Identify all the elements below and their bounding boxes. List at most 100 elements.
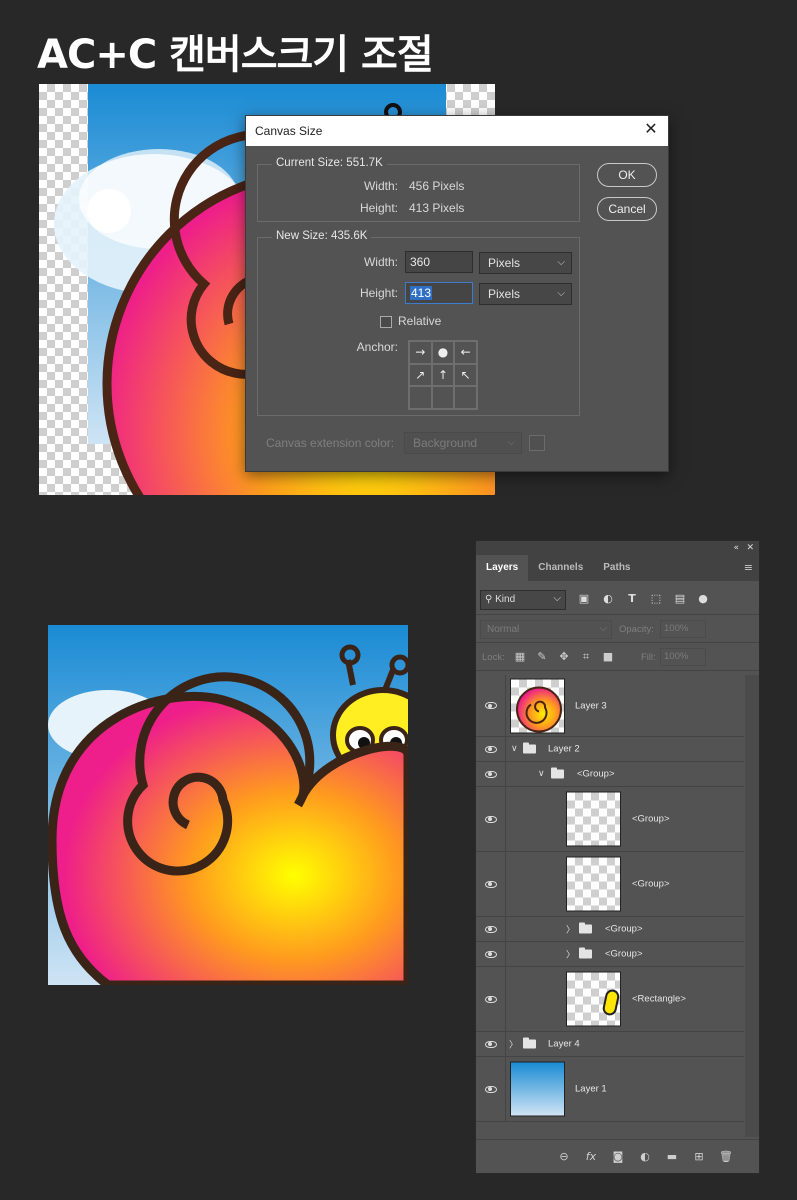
tab-layers[interactable]: Layers	[476, 555, 529, 581]
height-input[interactable]: 413	[405, 282, 473, 304]
lock-artboard-icon[interactable]: ⌗	[579, 650, 593, 664]
cancel-button[interactable]: Cancel	[597, 197, 657, 221]
tab-paths[interactable]: Paths	[593, 555, 640, 581]
fill-label: Fill:	[641, 652, 656, 663]
chevron-down-icon[interactable]: ∨	[511, 744, 518, 754]
relative-checkbox[interactable]	[380, 316, 392, 328]
adjustment-filter-icon[interactable]: ◐	[601, 592, 615, 605]
layer-row[interactable]: <Group>	[476, 852, 744, 917]
blend-mode-value: Normal	[487, 624, 520, 635]
filter-kind-value: Kind	[495, 594, 516, 605]
search-icon: ⚲	[485, 594, 493, 605]
ok-button[interactable]: OK	[597, 163, 657, 187]
type-filter-icon[interactable]: T	[625, 592, 639, 605]
anchor-arrow-up-right-icon[interactable]: ↗	[409, 363, 432, 387]
trash-icon[interactable]: 🗑	[718, 1150, 734, 1163]
anchor-arrow-up-icon[interactable]: ↑	[431, 363, 455, 387]
panel-footer: ⊖ fx ◙ ◐ ▬ ⊞ 🗑	[476, 1139, 759, 1173]
smart-object-filter-icon[interactable]: ▤	[673, 592, 687, 605]
lock-image-pixels-icon[interactable]: ✎	[535, 650, 549, 663]
fill-input[interactable]: 100%	[660, 648, 706, 666]
layer-row[interactable]: Layer 3	[476, 675, 744, 737]
width-unit-select[interactable]: Pixels ⌵	[479, 252, 572, 274]
blend-mode-select[interactable]: Normal ⌵	[480, 620, 612, 639]
panel-menu-icon[interactable]: ≡	[744, 561, 753, 574]
folder-icon	[523, 742, 536, 754]
dialog-title: Canvas Size	[255, 124, 323, 138]
add-mask-icon[interactable]: ◙	[610, 1150, 626, 1163]
opacity-input[interactable]: 100%	[660, 620, 706, 638]
dialog-titlebar: Canvas Size ✕	[246, 116, 668, 146]
canvas-size-dialog: Canvas Size ✕ Current Size: 551.7K Width…	[245, 115, 669, 472]
current-size-legend: Current Size: 551.7K	[272, 157, 387, 169]
visibility-toggle[interactable]	[476, 762, 506, 786]
filter-kind-select[interactable]: ⚲ Kind ⌵	[480, 590, 566, 610]
layer-row[interactable]: <Group>	[476, 787, 744, 852]
lock-transparent-pixels-icon[interactable]: ▦	[513, 650, 527, 663]
collapse-panel-icon[interactable]: «	[733, 541, 739, 555]
chevron-right-icon[interactable]: 〉	[566, 923, 575, 936]
anchor-arrow-left-icon[interactable]: ←	[454, 341, 477, 364]
visibility-toggle[interactable]	[476, 675, 506, 736]
layer-name: <Group>	[605, 948, 643, 960]
filter-toggle-icon[interactable]: ●	[696, 592, 710, 605]
anchor-cell-empty[interactable]	[409, 386, 432, 409]
layer-row[interactable]: 〉 <Group>	[476, 917, 744, 942]
anchor-cell-empty[interactable]	[454, 386, 477, 409]
close-icon[interactable]: ✕	[642, 121, 660, 139]
layer-name: Layer 4	[548, 1038, 580, 1050]
image-filter-icon[interactable]: ▣	[577, 592, 591, 605]
chevron-down-icon: ⌵	[557, 288, 565, 299]
snail-artwork-after	[48, 625, 408, 985]
visibility-toggle[interactable]	[476, 787, 506, 851]
anchor-arrow-right-icon[interactable]: →	[409, 341, 432, 364]
chevron-right-icon[interactable]: 〉	[566, 948, 575, 961]
chevron-right-icon[interactable]: 〉	[509, 1038, 518, 1051]
eye-icon	[484, 815, 497, 823]
eye-icon	[484, 702, 497, 709]
height-unit-value: Pixels	[488, 287, 521, 301]
fx-icon[interactable]: fx	[583, 1150, 599, 1163]
page-title: AC+C 캔버스크기 조절	[37, 32, 434, 78]
layers-panel: « ✕ Layers Channels Paths ≡ ⚲ Kind ⌵ ▣ ◐…	[475, 540, 760, 1174]
rectangle-thumbnail	[602, 989, 620, 1016]
visibility-toggle[interactable]	[476, 967, 506, 1031]
visibility-toggle[interactable]	[476, 1032, 506, 1056]
eye-icon	[484, 880, 497, 888]
layers-scrollbar[interactable]	[745, 675, 759, 1137]
anchor-cell-empty[interactable]	[431, 386, 455, 409]
shape-filter-icon[interactable]: ⬚	[649, 592, 663, 605]
visibility-toggle[interactable]	[476, 737, 506, 761]
layer-row[interactable]: ∨ <Group>	[476, 762, 744, 787]
anchor-arrow-up-left-icon[interactable]: ↖	[454, 363, 477, 387]
height-unit-select[interactable]: Pixels ⌵	[479, 283, 572, 305]
visibility-toggle[interactable]	[476, 942, 506, 966]
new-group-icon[interactable]: ▬	[664, 1150, 680, 1163]
close-panel-icon[interactable]: ✕	[746, 541, 754, 555]
link-layers-icon[interactable]: ⊖	[556, 1150, 572, 1163]
anchor-center-dot-icon[interactable]: ●	[431, 341, 455, 364]
extension-color-swatch[interactable]	[529, 435, 545, 451]
adjustment-layer-icon[interactable]: ◐	[637, 1150, 653, 1163]
extension-color-select[interactable]: Background ⌵	[404, 432, 522, 454]
lock-position-icon[interactable]: ✥	[557, 650, 571, 663]
layer-row[interactable]: 〉 Layer 4	[476, 1032, 744, 1057]
anchor-grid[interactable]: → ● ← ↗ ↑ ↖	[408, 340, 478, 410]
layer-name: <Group>	[605, 923, 643, 935]
layer-row[interactable]: 〉 <Group>	[476, 942, 744, 967]
new-layer-icon[interactable]: ⊞	[691, 1150, 707, 1163]
panel-header: « ✕	[476, 541, 759, 555]
eye-icon	[484, 1085, 497, 1093]
layer-row[interactable]: Layer 1	[476, 1057, 744, 1122]
visibility-toggle[interactable]	[476, 917, 506, 941]
visibility-toggle[interactable]	[476, 1057, 506, 1121]
visibility-toggle[interactable]	[476, 852, 506, 916]
chevron-down-icon[interactable]: ∨	[538, 769, 545, 779]
layer-row[interactable]: <Rectangle>	[476, 967, 744, 1032]
fill-value: 100%	[664, 651, 689, 662]
relative-label[interactable]: Relative	[398, 314, 441, 328]
tab-channels[interactable]: Channels	[528, 555, 593, 581]
layer-row[interactable]: ∨ Layer 2	[476, 737, 744, 762]
lock-all-icon[interactable]: ■	[601, 650, 615, 663]
width-input[interactable]: 360	[405, 251, 473, 273]
